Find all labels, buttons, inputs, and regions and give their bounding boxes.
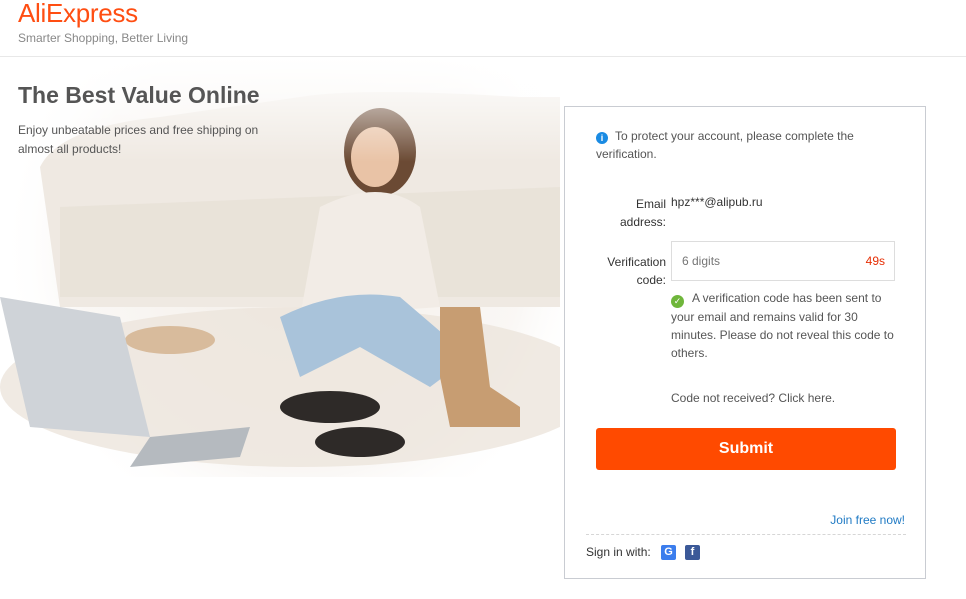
countdown-timer: 49s [865, 254, 885, 268]
facebook-icon[interactable]: f [685, 545, 700, 560]
verification-panel: i To protect your account, please complet… [564, 106, 926, 579]
resend-code-link[interactable]: Code not received? Click here. [671, 391, 835, 405]
aliexpress-logo[interactable]: AliExpress [18, 0, 138, 28]
hero-photo [0, 57, 560, 477]
code-sent-text: A verification code has been sent to you… [671, 291, 894, 360]
email-value: hpz***@alipub.ru [671, 195, 763, 209]
hero-subtitle: Enjoy unbeatable prices and free shippin… [18, 123, 259, 156]
notice-text: To protect your account, please complete… [596, 129, 854, 161]
security-notice: i To protect your account, please complet… [596, 127, 896, 163]
divider [586, 534, 906, 535]
hero-title: The Best Value Online [18, 82, 260, 108]
email-label: Email address: [619, 197, 666, 229]
join-free-link[interactable]: Join free now! [830, 513, 905, 527]
verification-code-label: Verification code: [607, 255, 666, 287]
info-icon: i [596, 132, 608, 144]
google-icon[interactable]: G [661, 545, 676, 560]
verification-code-input[interactable] [672, 242, 862, 280]
check-icon: ✓ [671, 295, 684, 308]
sign-in-with-label: Sign in with: [586, 545, 651, 559]
submit-button[interactable]: Submit [596, 428, 896, 470]
code-sent-message: ✓ A verification code has been sent to yo… [671, 289, 896, 362]
site-header: AliExpress Smarter Shopping, Better Livi… [0, 0, 966, 57]
tagline: Smarter Shopping, Better Living [18, 31, 189, 45]
verification-code-field[interactable]: 49s [671, 241, 895, 281]
